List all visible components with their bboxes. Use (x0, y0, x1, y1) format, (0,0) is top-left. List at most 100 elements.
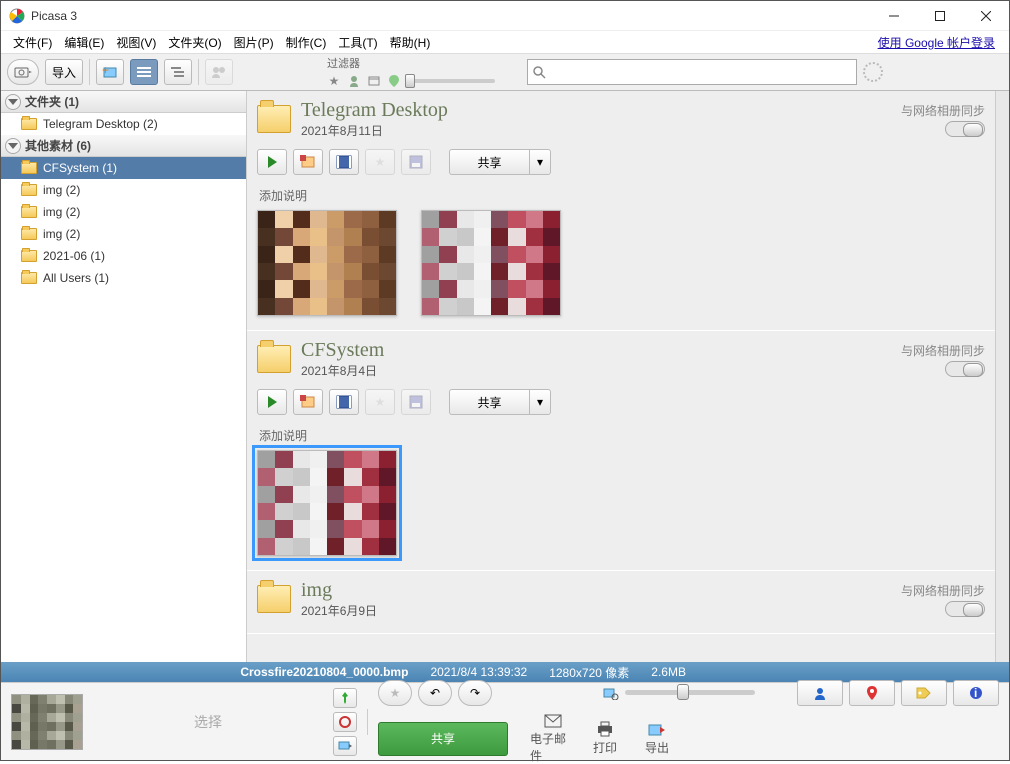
album-caption[interactable]: 添加说明 (259, 427, 985, 444)
photo-thumbnail[interactable] (421, 210, 561, 316)
rotate-left-button[interactable]: ↶ (418, 680, 452, 706)
menu-tools[interactable]: 工具(T) (332, 32, 383, 53)
maximize-button[interactable] (917, 1, 963, 31)
photo-thumbnail[interactable] (257, 450, 397, 556)
sidebar-item[interactable]: All Users (1) (1, 267, 246, 289)
folder-icon (21, 184, 37, 196)
sync-toggle[interactable] (945, 361, 985, 377)
menu-help[interactable]: 帮助(H) (384, 32, 437, 53)
print-button[interactable]: 打印 (582, 721, 628, 756)
star-album-button[interactable]: ★ (365, 389, 395, 415)
filter-geo-icon[interactable] (385, 72, 403, 90)
sidebar-section-header[interactable]: 其他素材 (6) (1, 135, 246, 157)
menu-create[interactable]: 制作(C) (280, 32, 333, 53)
import-device-button[interactable] (7, 59, 39, 85)
search-input[interactable] (546, 65, 852, 79)
sidebar-item[interactable]: CFSystem (1) (1, 157, 246, 179)
sync-toggle[interactable] (945, 601, 985, 617)
collapse-icon (5, 94, 21, 110)
rotate-left-icon: ↶ (430, 686, 440, 700)
vertical-scrollbar[interactable] (995, 91, 1009, 662)
share-album-button[interactable]: 共享 (449, 149, 529, 175)
zoom-out-icon[interactable] (603, 686, 619, 700)
main-area: 文件夹 (1)Telegram Desktop (2)其他素材 (6) CFSys… (1, 91, 1009, 662)
album-folder-icon (257, 345, 291, 373)
tag-tags-button[interactable] (901, 680, 947, 706)
minimize-button[interactable] (871, 1, 917, 31)
selection-label: 选择 (93, 692, 323, 752)
app-logo-icon (9, 8, 25, 24)
title-bar: Picasa 3 (1, 1, 1009, 31)
sidebar-section-header[interactable]: 文件夹 (1) (1, 91, 246, 113)
folder-icon (21, 206, 37, 218)
circle-icon (339, 716, 351, 728)
close-button[interactable] (963, 1, 1009, 31)
play-slideshow-button[interactable] (257, 149, 287, 175)
sync-label: 与网络相册同步 (901, 344, 985, 358)
new-album-button[interactable]: + (96, 59, 124, 85)
status-filesize: 2.6MB (651, 665, 686, 679)
tag-people-button[interactable] (797, 680, 843, 706)
chevron-down-icon: ▾ (537, 155, 543, 169)
selection-preview[interactable] (11, 694, 83, 750)
tray-button[interactable] (333, 736, 357, 756)
people-button[interactable] (205, 59, 233, 85)
menu-edit[interactable]: 编辑(E) (58, 32, 110, 53)
photo-thumbnail[interactable] (257, 210, 397, 316)
menu-folder[interactable]: 文件夹(O) (162, 32, 227, 53)
play-slideshow-button[interactable] (257, 389, 287, 415)
sync-toggle[interactable] (945, 121, 985, 137)
google-login-link[interactable]: 使用 Google 帐户登录 (878, 34, 1003, 51)
filter-movie-icon[interactable] (365, 72, 383, 90)
email-button[interactable]: 电子邮件 (530, 714, 576, 764)
star-icon: ★ (375, 395, 386, 409)
save-button[interactable] (401, 149, 431, 175)
import-button[interactable]: 导入 (45, 59, 83, 85)
star-button[interactable]: ★ (378, 680, 412, 706)
tag-places-button[interactable] (849, 680, 895, 706)
filter-date-slider[interactable] (405, 79, 495, 83)
sidebar-item[interactable]: img (2) (1, 201, 246, 223)
share-button-large[interactable]: 共享 (378, 722, 508, 756)
sidebar-item-label: All Users (1) (43, 271, 109, 285)
sidebar-item-label: img (2) (43, 183, 80, 197)
filter-label: 过滤器 (325, 55, 360, 71)
sidebar-item[interactable]: img (2) (1, 179, 246, 201)
share-dropdown-button[interactable]: ▾ (529, 149, 551, 175)
create-collage-button[interactable] (293, 389, 323, 415)
filter-star-icon[interactable]: ★ (325, 72, 343, 90)
album-title[interactable]: Telegram Desktop (301, 99, 448, 122)
export-button[interactable]: 导出 (634, 721, 680, 756)
create-movie-button[interactable] (329, 149, 359, 175)
filter-face-icon[interactable] (345, 72, 363, 90)
info-button[interactable]: i (953, 680, 999, 706)
rotate-right-button[interactable]: ↷ (458, 680, 492, 706)
printer-icon (596, 721, 614, 737)
menu-view[interactable]: 视图(V) (110, 32, 162, 53)
sidebar-item[interactable]: 2021-06 (1) (1, 245, 246, 267)
album-date: 2021年8月4日 (301, 362, 384, 379)
zoom-slider[interactable] (625, 690, 755, 695)
pin-button[interactable] (333, 688, 357, 708)
search-box[interactable] (527, 59, 857, 85)
album-date: 2021年8月11日 (301, 122, 448, 139)
create-collage-button[interactable] (293, 149, 323, 175)
album-title[interactable]: img (301, 579, 377, 602)
view-list-button[interactable] (130, 59, 158, 85)
menu-picture[interactable]: 图片(P) (228, 32, 280, 53)
album-caption[interactable]: 添加说明 (259, 187, 985, 204)
clear-button[interactable] (333, 712, 357, 732)
create-movie-button[interactable] (329, 389, 359, 415)
share-album-button[interactable]: 共享 (449, 389, 529, 415)
view-tree-button[interactable] (164, 59, 192, 85)
save-button[interactable] (401, 389, 431, 415)
menu-file[interactable]: 文件(F) (7, 32, 58, 53)
share-dropdown-button[interactable]: ▾ (529, 389, 551, 415)
star-album-button[interactable]: ★ (365, 149, 395, 175)
album-title[interactable]: CFSystem (301, 339, 384, 362)
sidebar-item[interactable]: img (2) (1, 223, 246, 245)
sidebar-item-label: CFSystem (1) (43, 161, 117, 175)
album-section: CFSystem2021年8月4日 与网络相册同步 ★ 共享▾ 添加说明 (247, 331, 995, 571)
sync-label: 与网络相册同步 (901, 104, 985, 118)
sidebar-item[interactable]: Telegram Desktop (2) (1, 113, 246, 135)
